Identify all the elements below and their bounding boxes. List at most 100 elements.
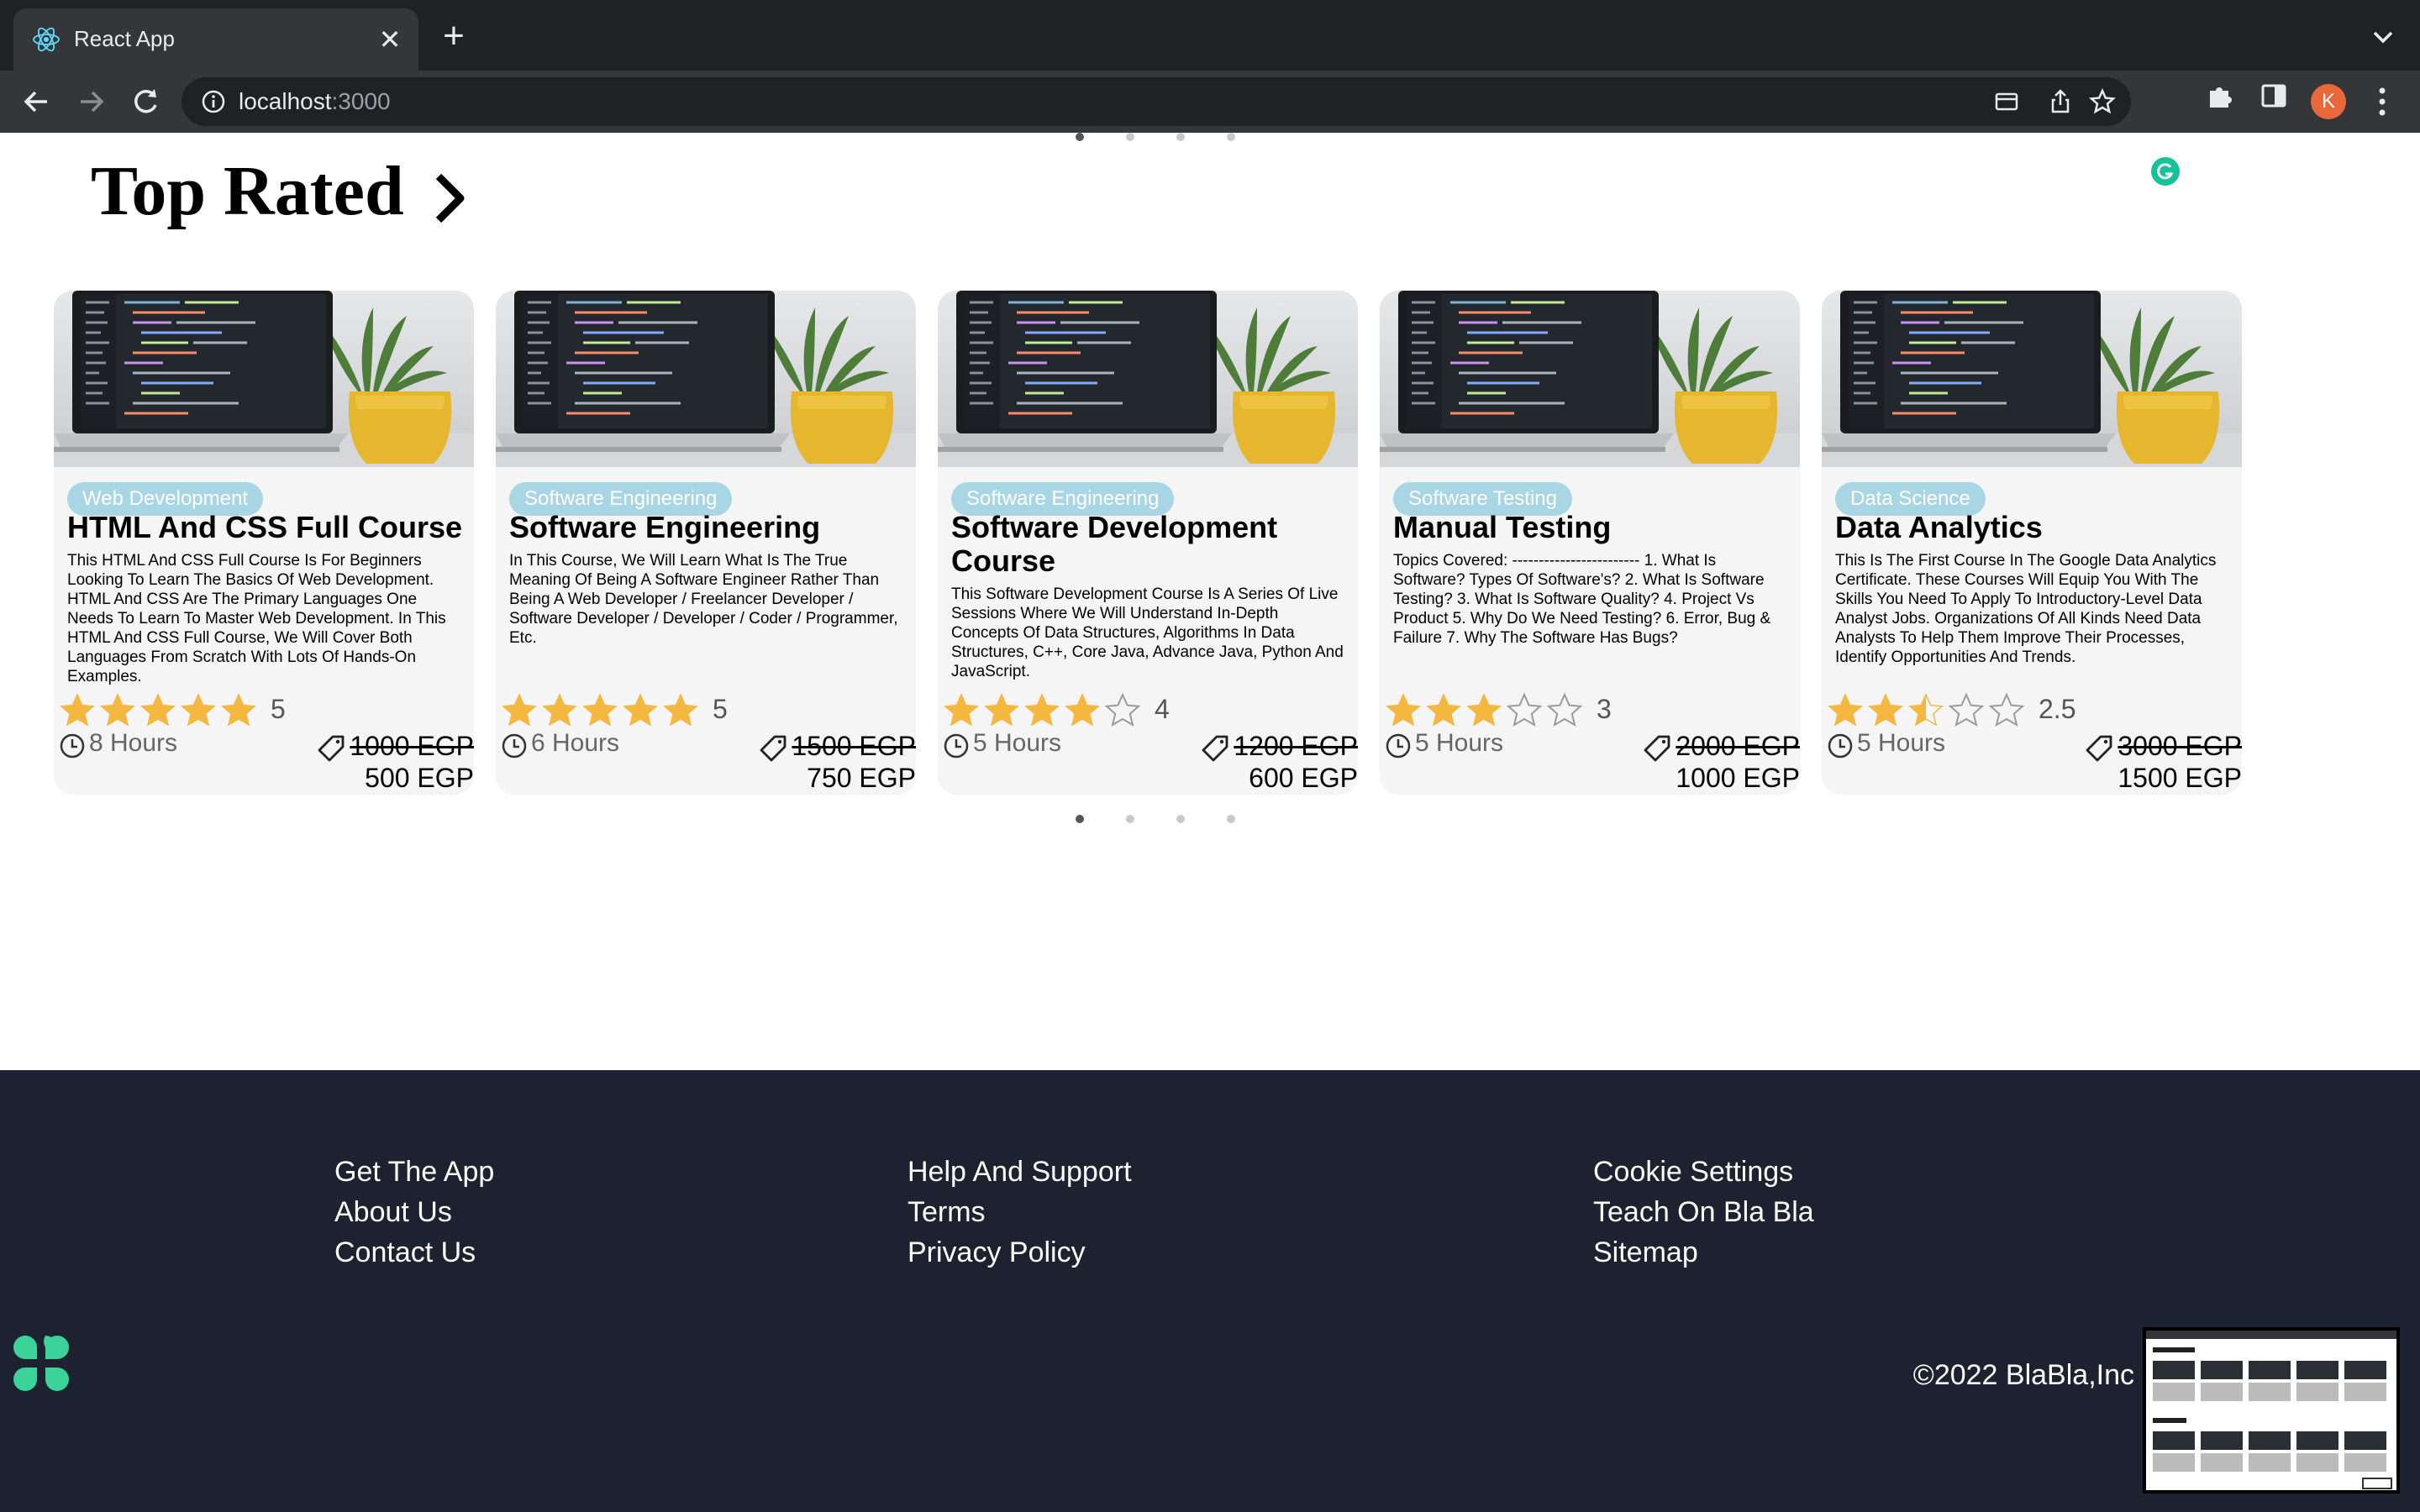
- price-tag-icon: [1202, 735, 1228, 762]
- course-title: Data Analytics: [1835, 510, 2043, 544]
- discounted-price: 750 EGP: [807, 763, 916, 793]
- footer-link-contact-us[interactable]: Contact Us: [334, 1236, 476, 1269]
- star-icon: [1506, 692, 1543, 727]
- reload-icon[interactable]: [126, 82, 165, 121]
- menu-kebab-icon[interactable]: [2370, 82, 2395, 121]
- carousel-dot[interactable]: [1126, 133, 1134, 141]
- star-icon: [944, 693, 979, 727]
- rating-value: 2.5: [2039, 694, 2076, 724]
- course-thumbnail: [1822, 291, 2242, 467]
- footer-link-sitemap[interactable]: Sitemap: [1593, 1236, 1698, 1269]
- info-icon[interactable]: [200, 88, 227, 115]
- section-title: Top Rated: [91, 152, 404, 230]
- course-description: This HTML And CSS Full Course Is For Beg…: [67, 552, 446, 685]
- price-tag-icon: [760, 735, 786, 762]
- side-panel-icon[interactable]: [2259, 81, 2289, 111]
- hours-label: 5 Hours: [973, 729, 1062, 757]
- original-price: 1500 EGP: [792, 731, 916, 761]
- chevron-right-icon[interactable]: [429, 168, 472, 228]
- carousel-dot[interactable]: [1176, 133, 1185, 141]
- star-icon: [140, 693, 176, 727]
- extensions-puzzle-icon[interactable]: [2205, 81, 2235, 111]
- star-icon: [984, 693, 1019, 727]
- star-icon: [623, 693, 658, 727]
- course-title: Software Engineering: [509, 510, 821, 544]
- course-card[interactable]: Web Development HTML And CSS Full Course…: [54, 291, 474, 795]
- page-preview-image: [2146, 1331, 2396, 1490]
- discounted-price: 1500 EGP: [2118, 763, 2242, 793]
- price-tag-icon: [2086, 735, 2112, 762]
- star-icon: [1908, 693, 1944, 727]
- new-tab-button[interactable]: +: [434, 17, 474, 57]
- star-icon: [60, 693, 95, 727]
- course-title: Manual Testing: [1393, 510, 1612, 544]
- discounted-price: 500 EGP: [365, 763, 474, 793]
- close-tab-icon[interactable]: ✕: [373, 23, 407, 56]
- footer-link-about-us[interactable]: About Us: [334, 1196, 452, 1229]
- rating-value: 3: [1597, 694, 1612, 724]
- discounted-price: 1000 EGP: [1676, 763, 1800, 793]
- original-price: 1000 EGP: [350, 731, 474, 761]
- page-preview-thumbnail[interactable]: [2143, 1327, 2400, 1494]
- star-icon: [663, 693, 698, 727]
- browser-tab[interactable]: React App ✕: [13, 8, 418, 71]
- course-thumbnail: [54, 291, 474, 467]
- star-icon: [1065, 693, 1100, 727]
- grammarly-extension-icon[interactable]: [2151, 157, 2180, 186]
- footer-link-privacy-policy[interactable]: Privacy Policy: [908, 1236, 1086, 1269]
- carousel-dots-bottom: [1059, 815, 1235, 827]
- original-price: 3000 EGP: [2118, 731, 2242, 761]
- course-description: This Is The First Course In The Google D…: [1835, 552, 2217, 666]
- star-icon: [1386, 693, 1421, 727]
- course-card[interactable]: Data Science Data Analytics This Is The …: [1822, 291, 2242, 795]
- profile-avatar[interactable]: K: [2311, 84, 2346, 119]
- carousel-dot[interactable]: [1227, 815, 1235, 823]
- footer-link-get-the-app[interactable]: Get The App: [334, 1156, 494, 1189]
- course-card[interactable]: Software Engineering Software Developmen…: [938, 291, 1358, 795]
- card-icon[interactable]: [1993, 88, 2020, 115]
- hours-label: 8 Hours: [89, 729, 178, 757]
- course-thumbnail: [1380, 291, 1800, 467]
- star-icon: [100, 693, 135, 727]
- copyright-text: ©2022 BlaBla,Inc: [1912, 1359, 2134, 1391]
- star-icon: [1948, 692, 1985, 727]
- price-tag-icon: [1644, 735, 1670, 762]
- bookmark-star-icon[interactable]: [2089, 88, 2116, 115]
- carousel-dot[interactable]: [1176, 815, 1185, 823]
- back-arrow-icon[interactable]: [17, 82, 55, 121]
- forward-arrow-icon[interactable]: [72, 82, 111, 121]
- footer-link-terms[interactable]: Terms: [908, 1196, 986, 1229]
- carousel-dot[interactable]: [1076, 133, 1084, 141]
- footer-link-help-and-support[interactable]: Help And Support: [908, 1156, 1132, 1189]
- clock-icon: [1828, 733, 1853, 759]
- footer-link-teach[interactable]: Teach On Bla Bla: [1593, 1196, 1814, 1229]
- share-icon[interactable]: [2047, 88, 2074, 115]
- star-icon: [1546, 692, 1583, 727]
- clock-icon: [944, 733, 969, 759]
- browser-tabstrip: React App ✕ +: [0, 0, 2420, 71]
- star-icon: [1466, 693, 1502, 727]
- footer-link-cookie-settings[interactable]: Cookie Settings: [1593, 1156, 1793, 1189]
- clock-icon: [502, 733, 527, 759]
- carousel-dot[interactable]: [1227, 133, 1235, 141]
- star-icon: [221, 693, 256, 727]
- rating-value: 4: [1155, 694, 1170, 724]
- carousel-dot[interactable]: [1126, 815, 1134, 823]
- course-description: Topics Covered: ------------------------…: [1393, 552, 1771, 647]
- rating-value: 5: [713, 694, 728, 724]
- rating-value: 5: [271, 694, 286, 724]
- carousel-dot[interactable]: [1076, 815, 1084, 823]
- course-description: In This Course, We Will Learn What Is Th…: [509, 552, 898, 647]
- course-card[interactable]: Software Engineering Software Engineerin…: [496, 291, 916, 795]
- price-tag-icon: [318, 735, 345, 762]
- url-text: localhost:3000: [239, 88, 391, 114]
- star-icon: [181, 693, 216, 727]
- course-card[interactable]: Software Testing Manual Testing Topics C…: [1380, 291, 1800, 795]
- address-bar[interactable]: localhost:3000: [182, 77, 2131, 126]
- star-icon: [502, 693, 537, 727]
- chevron-down-icon[interactable]: [2366, 20, 2400, 54]
- course-thumbnail: [938, 291, 1358, 467]
- brand-logo-icon[interactable]: [10, 1332, 72, 1394]
- star-icon: [1024, 693, 1060, 727]
- hours-label: 5 Hours: [1415, 729, 1504, 757]
